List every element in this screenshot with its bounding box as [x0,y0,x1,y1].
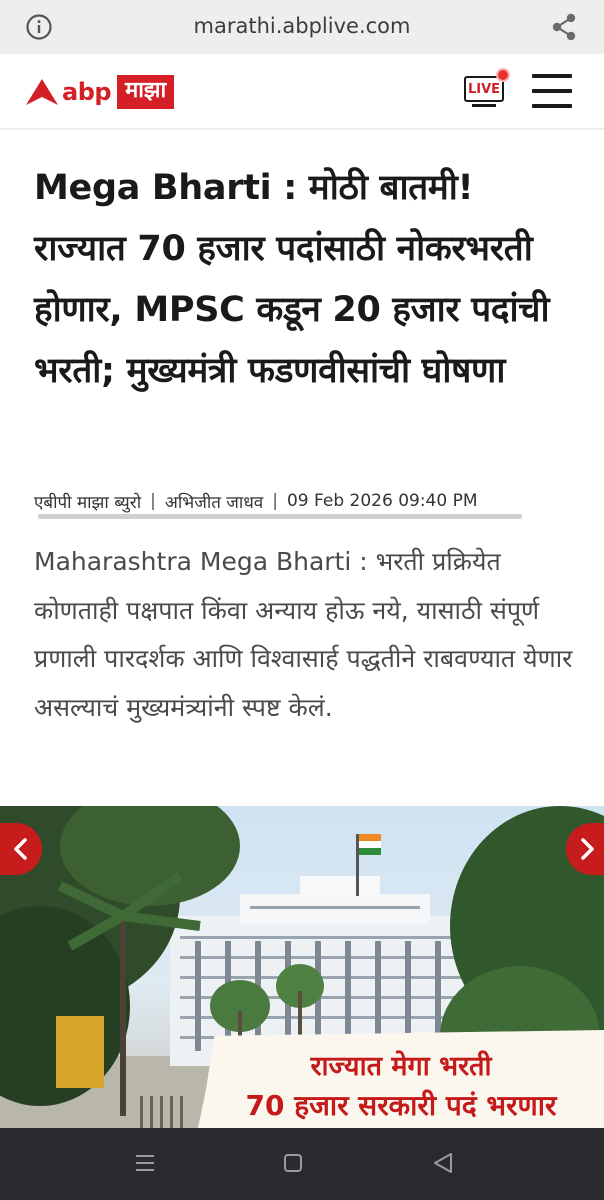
byline-desk[interactable]: एबीपी माझा ब्युरो [34,490,141,513]
logo-arrow-icon [26,79,58,105]
image-text-banner: राज्यात मेगा भरती 70 हजार सरकारी पदं भरण… [198,1030,604,1128]
byline-scrollbar[interactable] [38,514,522,519]
hamburger-menu-icon[interactable] [532,74,572,108]
site-logo[interactable]: abp माझा [25,74,175,110]
logo-text: abp [62,78,112,106]
recent-apps-icon[interactable] [134,1152,156,1174]
browser-address-bar: marathi.abplive.com [0,0,604,54]
byline-author[interactable]: अभिजीत जाधव [165,490,263,513]
live-tv-stand [472,104,496,107]
article-byline: एबीपी माझा ब्युरो | अभिजीत जाधव | 09 Feb… [34,487,594,515]
live-label: LIVE [467,81,501,97]
byline-separator: | [272,491,278,511]
byline-datetime: 09 Feb 2026 09:40 PM [286,491,478,511]
article-summary: Maharashtra Mega Bharti : भरती प्रक्रिये… [34,547,573,722]
site-header: abp माझा LIVE [0,54,604,130]
url-text[interactable]: marathi.abplive.com [0,14,604,38]
banner-line-1: राज्यात मेगा भरती [310,1051,492,1082]
system-navigation-bar [0,1128,604,1200]
banner-line-2: 70 हजार सरकारी पदं भरणार [245,1089,557,1122]
article-headline: Mega Bharti : मोठी बातमी! राज्यात 70 हजा… [34,168,550,391]
back-icon[interactable] [431,1151,455,1175]
live-tv-icon: LIVE [464,76,504,102]
live-indicator-dot [498,70,508,80]
chevron-left-icon [14,838,27,860]
chevron-right-icon [581,838,594,860]
byline-separator: | [150,491,156,511]
logo-badge: माझा [117,75,175,109]
share-icon[interactable] [550,12,578,42]
live-tv-button[interactable]: LIVE [464,70,510,114]
home-icon[interactable] [283,1153,303,1173]
